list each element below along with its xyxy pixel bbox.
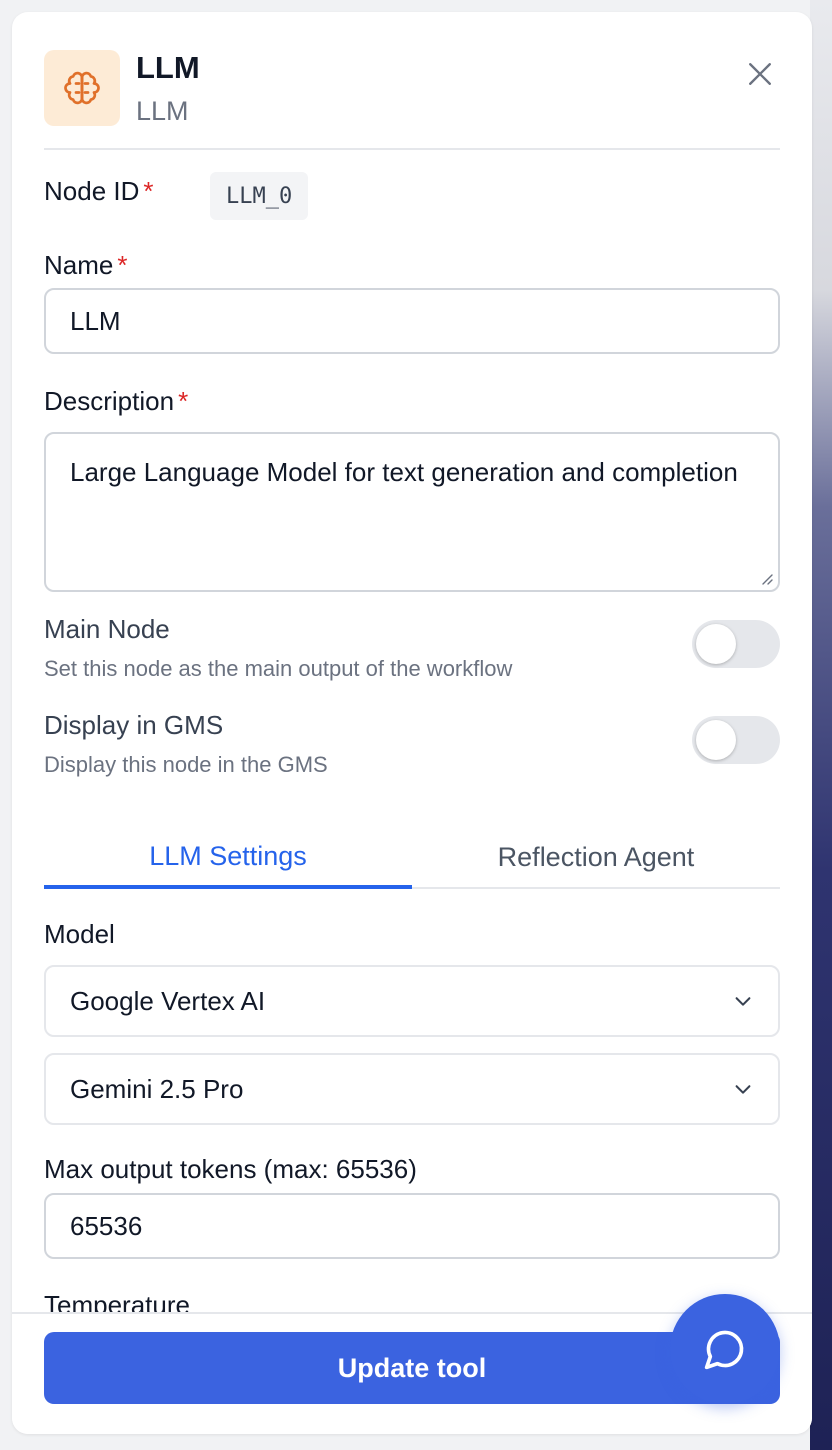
tab-reflection-agent[interactable]: Reflection Agent	[412, 827, 780, 887]
node-id-label: Node ID *	[44, 176, 154, 207]
tab-llm-settings[interactable]: LLM Settings	[44, 827, 412, 889]
brain-icon	[64, 71, 100, 105]
model-select[interactable]: Gemini 2.5 Pro	[44, 1053, 780, 1125]
display-gms-title: Display in GMS	[44, 710, 224, 740]
node-settings-panel: LLM LLM Node ID * LLM_0 Name * LLM Descrip…	[12, 12, 812, 1434]
background-edge	[810, 0, 832, 1450]
name-input[interactable]: LLM	[44, 288, 780, 354]
description-textarea[interactable]: Large Language Model for text generation…	[44, 432, 780, 592]
name-label-text: Name	[44, 250, 114, 280]
chevron-down-icon	[735, 1085, 751, 1094]
main-node-title: Main Node	[44, 614, 170, 644]
node-id-value: LLM_0	[210, 172, 309, 220]
chat-button[interactable]	[670, 1294, 780, 1404]
panel-title: LLM	[136, 50, 200, 85]
settings-tabs: LLM Settings Reflection Agent	[44, 827, 780, 889]
required-marker: *	[178, 386, 189, 416]
model-label: Model	[44, 919, 115, 949]
node-id-label-text: Node ID	[44, 176, 140, 206]
provider-select[interactable]: Google Vertex AI	[44, 965, 780, 1037]
node-icon-tile	[44, 50, 120, 126]
provider-select-value: Google Vertex AI	[70, 985, 266, 1016]
main-node-description: Set this node as the main output of the …	[44, 656, 513, 681]
display-gms-description: Display this node in the GMS	[44, 752, 328, 777]
max-tokens-label: Max output tokens (max: 65536)	[44, 1154, 417, 1184]
close-button[interactable]	[740, 54, 780, 94]
description-label: Description *	[44, 386, 188, 417]
panel-subtitle: LLM	[136, 96, 189, 126]
toggle-knob	[696, 624, 736, 664]
header-divider	[44, 148, 780, 150]
display-gms-toggle[interactable]	[692, 716, 780, 764]
required-marker: *	[117, 250, 128, 280]
max-tokens-input[interactable]: 65536	[44, 1193, 780, 1259]
description-text: Large Language Model for text generation…	[70, 457, 738, 487]
resize-grip-icon[interactable]	[758, 570, 774, 586]
main-node-toggle[interactable]	[692, 620, 780, 668]
toggle-knob	[696, 720, 736, 760]
panel-header: LLM LLM	[44, 50, 780, 150]
required-marker: *	[143, 176, 154, 206]
chat-bubble-icon	[704, 1330, 744, 1370]
temperature-label: Temperature	[44, 1290, 190, 1312]
chevron-down-icon	[735, 997, 751, 1006]
close-icon	[749, 63, 771, 85]
panel-scroll-area[interactable]: LLM LLM Node ID * LLM_0 Name * LLM Descrip…	[12, 12, 812, 1312]
description-label-text: Description	[44, 386, 175, 416]
name-label: Name *	[44, 250, 127, 281]
model-select-value: Gemini 2.5 Pro	[70, 1073, 244, 1104]
